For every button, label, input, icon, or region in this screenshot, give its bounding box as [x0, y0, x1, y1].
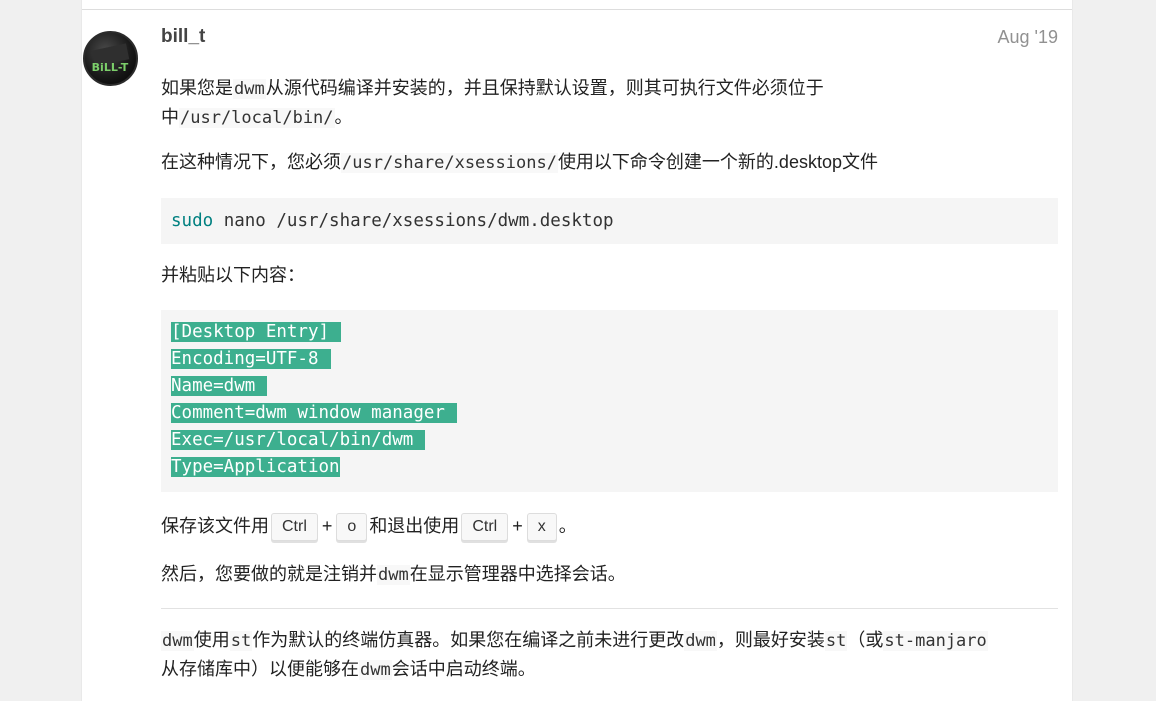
code-line: [Desktop Entry] [171, 319, 1048, 346]
code-line: Name=dwm [171, 373, 1048, 400]
inline-code: st-manjaro [883, 631, 988, 651]
text: 从存储库中）以便能够在 [161, 659, 359, 679]
selected-code-text: [Desktop Entry] [171, 322, 342, 342]
text: 在这种情况下，您必须 [161, 152, 341, 172]
code-line: Type=Application [171, 454, 1048, 481]
selected-code-text: Name=dwm [171, 376, 268, 396]
avatar-logo-icon: BiLL-T [92, 43, 130, 74]
code-line: Comment=dwm window manager [171, 400, 1048, 427]
selected-code-text: Type=Application [171, 457, 340, 477]
paragraph-terminal-note: dwm使用st作为默认的终端仿真器。如果您在编译之前未进行更改dwm，则最好安装… [161, 626, 1001, 684]
desktop-file-code-block[interactable]: [Desktop Entry] Encoding=UTF-8 Name=dwm … [161, 310, 1058, 492]
text: 作为默认的终端仿真器。如果您在编译之前未进行更改 [252, 630, 685, 650]
code-keyword: sudo [171, 211, 214, 231]
paragraph-create-file: 在这种情况下，您必须/usr/share/xsessions/使用以下命令创建一… [161, 148, 878, 177]
post-divider-top [82, 9, 1072, 10]
inline-code: /usr/share/xsessions/ [341, 153, 558, 173]
key-ctrl: Ctrl [271, 513, 318, 541]
key-ctrl: Ctrl [461, 513, 509, 541]
text: ，则最好安装 [716, 630, 825, 650]
topic-column: BiLL-T bill_t Aug '19 如果您是dwm从源代码编译并安装的，… [81, 0, 1073, 701]
command-code-block[interactable]: sudo nano /usr/share/xsessions/dwm.deskt… [161, 198, 1058, 244]
key-x: x [526, 513, 557, 541]
text: 和退出使用 [369, 516, 460, 536]
paragraph-install-location: 如果您是dwm从源代码编译并安装的，并且保持默认设置，则其可执行文件必须位于中/… [161, 74, 921, 132]
post-username[interactable]: bill_t [161, 26, 205, 48]
paragraph-logout-select: 然后，您要做的就是注销并dwm在显示管理器中选择会话。 [161, 560, 626, 589]
inline-code: st [229, 631, 253, 651]
inline-code: dwm [161, 631, 194, 651]
text: 会话中启动终端。 [391, 659, 536, 679]
paragraph-save-exit: 保存该文件用 Ctrl + o 和退出使用 Ctrl + x。 [161, 512, 577, 541]
text: 如果您是 [161, 78, 233, 98]
text: 。 [558, 516, 577, 536]
selected-code-text: Comment=dwm window manager [171, 403, 457, 423]
inline-code: dwm [377, 565, 410, 585]
text: + [321, 516, 333, 536]
selected-code-text: Encoding=UTF-8 [171, 349, 331, 369]
code-line: Exec=/usr/local/bin/dwm [171, 427, 1048, 454]
page: BiLL-T bill_t Aug '19 如果您是dwm从源代码编译并安装的，… [0, 0, 1156, 701]
inline-code: dwm [233, 79, 266, 99]
code-line: Encoding=UTF-8 [171, 346, 1048, 373]
post-date[interactable]: Aug '19 [998, 27, 1059, 48]
key-o: o [336, 513, 368, 541]
inline-code: dwm [684, 631, 717, 651]
text: 在显示管理器中选择会话。 [409, 564, 626, 584]
paragraph-paste-content: 并粘贴以下内容： [161, 265, 305, 285]
inline-code: st [824, 631, 848, 651]
selected-code-text: Exec=/usr/local/bin/dwm [171, 430, 426, 450]
horizontal-rule [161, 608, 1058, 609]
avatar-text: BiLL-T [92, 61, 129, 74]
text: 保存该文件用 [161, 516, 269, 536]
text: 使用以下命令创建一个新的.desktop文件 [557, 152, 878, 172]
inline-code: dwm [359, 660, 392, 680]
text: （或 [847, 630, 884, 650]
code-text: nano /usr/share/xsessions/dwm.desktop [213, 211, 614, 231]
inline-code: /usr/local/bin/ [179, 108, 335, 128]
text: 然后，您要做的就是注销并 [161, 564, 377, 584]
avatar[interactable]: BiLL-T [83, 31, 138, 86]
text: 使用 [193, 630, 230, 650]
text: + [512, 516, 523, 536]
text: 。 [334, 107, 353, 127]
